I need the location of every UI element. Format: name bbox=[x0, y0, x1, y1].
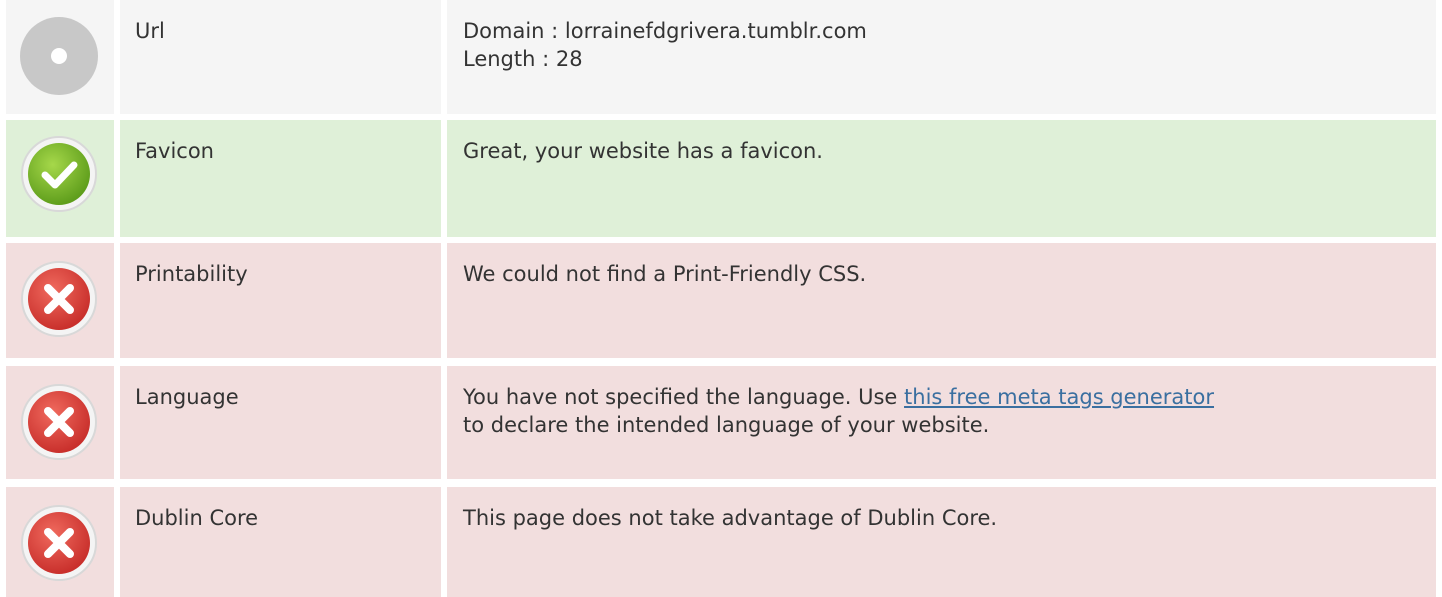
error-circle-icon bbox=[20, 383, 98, 461]
row-value-favicon: Great, your website has a favicon. bbox=[447, 120, 1436, 237]
report-row-dublin-core: Dublin Core This page does not take adva… bbox=[0, 487, 1442, 597]
report-row-url: Url Domain : lorrainefdgrivera.tumblr.co… bbox=[0, 0, 1442, 114]
neutral-circle-icon bbox=[20, 17, 98, 95]
row-icon-cell bbox=[6, 366, 114, 479]
report-row-printability: Printability We could not find a Print-F… bbox=[0, 243, 1442, 358]
row-value-language: You have not specified the language. Use… bbox=[447, 366, 1436, 479]
report-row-language: Language You have not specified the lang… bbox=[0, 366, 1442, 479]
row-label-favicon: Favicon bbox=[120, 120, 441, 237]
url-length-text: Length : 28 bbox=[463, 47, 583, 71]
row-icon-cell bbox=[6, 0, 114, 114]
row-value-dublin-core: This page does not take advantage of Dub… bbox=[447, 487, 1436, 597]
row-value-url: Domain : lorrainefdgrivera.tumblr.com Le… bbox=[447, 0, 1436, 114]
language-text-before: You have not specified the language. Use bbox=[463, 385, 905, 409]
row-label-printability: Printability bbox=[120, 243, 441, 358]
row-icon-cell bbox=[6, 487, 114, 597]
row-icon-cell bbox=[6, 120, 114, 237]
meta-tags-generator-link[interactable]: this free meta tags generator bbox=[904, 385, 1214, 409]
url-domain-text: Domain : lorrainefdgrivera.tumblr.com bbox=[463, 19, 867, 43]
check-circle-icon bbox=[20, 135, 98, 213]
seo-report-table: Url Domain : lorrainefdgrivera.tumblr.co… bbox=[0, 0, 1442, 597]
report-row-favicon: Favicon Great, your website has a favico… bbox=[0, 120, 1442, 237]
row-value-printability: We could not find a Print-Friendly CSS. bbox=[447, 243, 1436, 358]
error-circle-icon bbox=[20, 260, 98, 338]
language-text-after: to declare the intended language of your… bbox=[463, 413, 990, 437]
row-label-url: Url bbox=[120, 0, 441, 114]
error-circle-icon bbox=[20, 504, 98, 582]
row-icon-cell bbox=[6, 243, 114, 358]
row-label-dublin-core: Dublin Core bbox=[120, 487, 441, 597]
row-label-language: Language bbox=[120, 366, 441, 479]
